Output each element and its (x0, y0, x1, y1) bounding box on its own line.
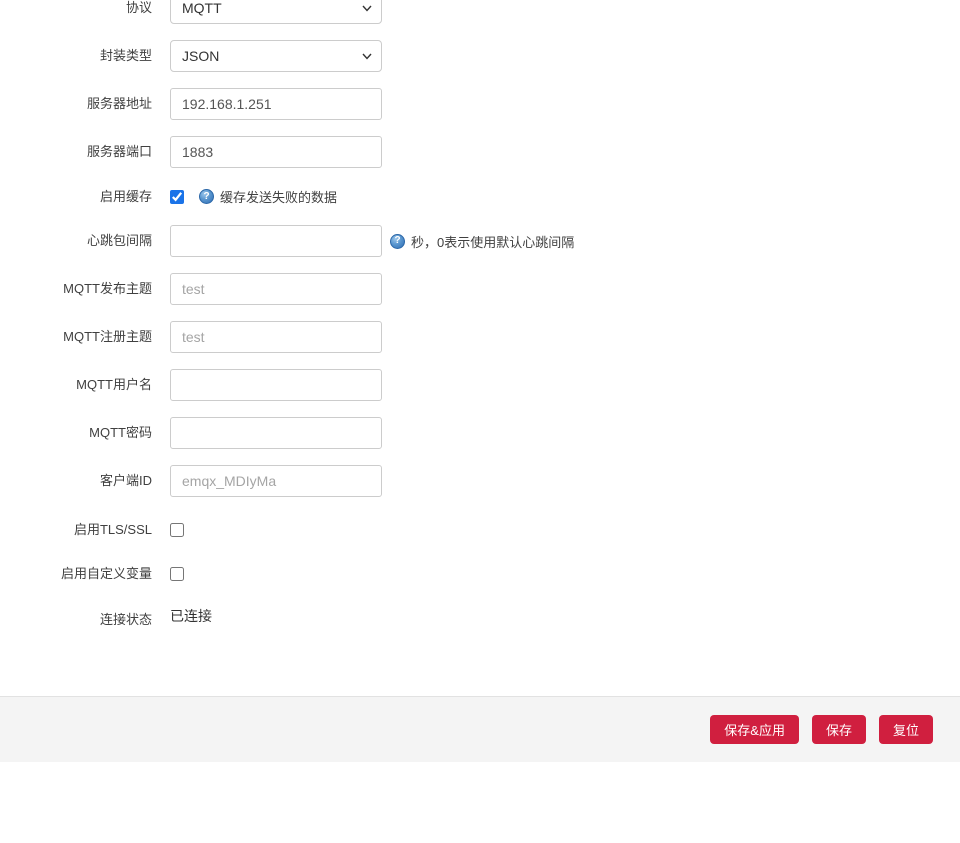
save-button[interactable]: 保存 (812, 715, 866, 744)
form-row-server-port: 服务器端口 (0, 136, 960, 168)
connection-status-value: 已连接 (170, 606, 212, 626)
heartbeat-interval-label: 心跳包间隔 (0, 233, 152, 249)
form-row-register-topic: MQTT注册主题 (0, 321, 960, 353)
save-apply-button[interactable]: 保存&应用 (710, 715, 799, 744)
connection-status-label: 连接状态 (0, 606, 152, 628)
form-row-encapsulation: 封装类型 JSON (0, 40, 960, 72)
server-address-input[interactable] (170, 88, 382, 120)
form-row-enable-cache: 启用缓存 ? 缓存发送失败的数据 (0, 187, 960, 206)
enable-cache-checkbox[interactable] (170, 190, 184, 204)
server-port-input[interactable] (170, 136, 382, 168)
form-row-protocol: 协议 MQTT (0, 0, 960, 24)
client-id-label: 客户端ID (0, 473, 152, 489)
form-row-password: MQTT密码 (0, 417, 960, 449)
publish-topic-input[interactable] (170, 273, 382, 305)
mqtt-password-label: MQTT密码 (0, 425, 152, 441)
form-row-username: MQTT用户名 (0, 369, 960, 401)
mqtt-settings-form: 协议 MQTT 封装类型 JSON (0, 0, 960, 628)
form-row-connection-status: 连接状态 已连接 (0, 606, 960, 628)
form-row-enable-tls: 启用TLS/SSL (0, 522, 960, 538)
form-row-client-id: 客户端ID (0, 465, 960, 497)
help-icon: ? (199, 189, 214, 204)
enable-custom-vars-label: 启用自定义变量 (0, 566, 152, 582)
encapsulation-label: 封装类型 (0, 48, 152, 64)
publish-topic-label: MQTT发布主题 (0, 281, 152, 297)
help-icon: ? (390, 234, 405, 249)
register-topic-input[interactable] (170, 321, 382, 353)
server-port-label: 服务器端口 (0, 144, 152, 160)
register-topic-label: MQTT注册主题 (0, 329, 152, 345)
enable-tls-label: 启用TLS/SSL (0, 522, 152, 538)
enable-custom-vars-checkbox[interactable] (170, 567, 184, 581)
footer-action-bar: 保存&应用 保存 复位 (0, 696, 960, 762)
enable-cache-hint: 缓存发送失败的数据 (220, 187, 337, 206)
mqtt-username-input[interactable] (170, 369, 382, 401)
client-id-input[interactable] (170, 465, 382, 497)
reset-button[interactable]: 复位 (879, 715, 933, 744)
server-address-label: 服务器地址 (0, 96, 152, 112)
form-row-server-address: 服务器地址 (0, 88, 960, 120)
form-row-heartbeat-interval: 心跳包间隔 ? 秒，0表示使用默认心跳间隔 (0, 225, 960, 257)
encapsulation-select[interactable]: JSON (170, 40, 382, 72)
form-row-enable-custom-vars: 启用自定义变量 (0, 566, 960, 582)
mqtt-settings-page: 协议 MQTT 封装类型 JSON (0, 0, 960, 835)
enable-tls-checkbox[interactable] (170, 523, 184, 537)
protocol-select[interactable]: MQTT (170, 0, 382, 24)
mqtt-password-input[interactable] (170, 417, 382, 449)
form-row-publish-topic: MQTT发布主题 (0, 273, 960, 305)
enable-cache-label: 启用缓存 (0, 189, 152, 205)
heartbeat-interval-input[interactable] (170, 225, 382, 257)
mqtt-username-label: MQTT用户名 (0, 377, 152, 393)
protocol-label: 协议 (0, 0, 152, 16)
heartbeat-interval-hint: 秒，0表示使用默认心跳间隔 (411, 232, 574, 251)
